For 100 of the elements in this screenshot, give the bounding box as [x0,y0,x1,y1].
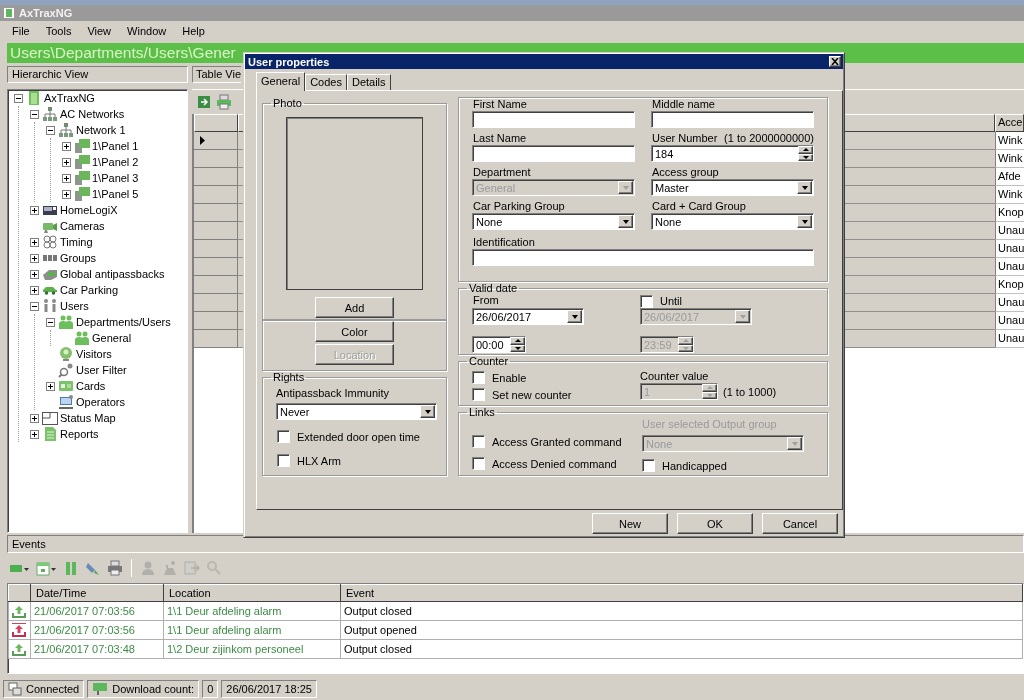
tab[interactable]: Codes [305,74,347,90]
expand-toggle[interactable] [30,253,39,263]
status-text: 26/06/2017 18:25 [226,683,312,695]
expand-toggle[interactable] [62,141,71,151]
expand-toggle[interactable] [30,285,39,295]
tree-item[interactable]: AC Networks [60,108,125,120]
tree-item[interactable]: Operators [76,396,125,408]
menu-item[interactable]: File [12,25,30,37]
expand-toggle[interactable] [46,125,55,135]
checkbox[interactable] [472,435,485,448]
tree-item[interactable]: Status Map [60,412,116,424]
tree-item[interactable]: Visitors [76,348,112,360]
button[interactable]: New [592,513,668,534]
tree-item[interactable]: Network 1 [76,124,126,136]
dropdown[interactable]: Master [651,179,814,196]
panel-title[interactable]: Table Vie [192,66,241,83]
tree-item[interactable]: Global antipassbacks [60,268,165,280]
expand-toggle[interactable] [30,109,39,119]
checkbox-label: Access Denied command [492,457,617,470]
checkbox[interactable] [277,430,290,443]
field-label: Antipassback Immunity [276,387,391,401]
panel-title: Hierarchic View [7,66,188,83]
column-header[interactable]: Event [340,584,1023,602]
door-icon [26,90,42,106]
expand-toggle[interactable] [30,269,39,279]
checkbox[interactable] [277,454,290,467]
tree-item[interactable]: Groups [60,252,97,264]
status-text: Connected [26,683,80,695]
export-icon[interactable] [196,94,212,110]
tree-item[interactable]: Departments/Users [76,316,171,328]
text-field[interactable] [472,249,814,266]
field-label: From [472,294,500,308]
spin-field[interactable]: 00:00 [472,336,526,353]
tree-item[interactable]: Timing [60,236,93,248]
menu-item[interactable]: Help [182,25,205,37]
expand-toggle[interactable] [30,301,39,311]
tree-item[interactable]: Cards [76,380,106,392]
field-label: Card + Card Group [652,200,746,213]
expand-toggle[interactable] [46,381,55,391]
tree-item[interactable]: Car Parking [60,284,119,296]
checkbox-label: Extended door open time [297,430,420,443]
button[interactable]: Add [315,297,394,318]
column-header[interactable]: Date/Time [30,584,164,602]
expand-toggle[interactable] [46,317,55,327]
button[interactable]: Color [315,321,394,342]
checkbox[interactable] [472,457,485,470]
tree-item[interactable]: AxTraxNG [44,92,95,104]
dropdown[interactable]: 26/06/2017 [472,308,584,325]
tree-item[interactable]: 1\Panel 1 [92,140,139,152]
dropdown[interactable]: None [472,213,635,230]
print-icon[interactable] [216,94,232,110]
close-button[interactable] [829,56,841,67]
tree-item[interactable]: Reports [60,428,99,440]
tree-item[interactable]: Users [60,300,89,312]
table-cell: Unau [995,240,1024,258]
expand-toggle[interactable] [30,413,39,423]
tree-item[interactable]: 1\Panel 5 [92,188,139,200]
panel-icon [74,186,90,202]
expand-toggle[interactable] [62,157,71,167]
field-label: Counter value [640,370,710,382]
checkbox[interactable] [472,388,485,401]
tree-item[interactable]: HomeLogiX [60,204,118,216]
checkbox[interactable] [642,459,655,472]
upload-icon [12,604,26,618]
text-field[interactable] [472,145,635,162]
table-cell: Wink [995,186,1024,204]
button[interactable]: Cancel [762,513,838,534]
tree-item[interactable]: 1\Panel 3 [92,172,139,184]
tree-item[interactable]: Cameras [60,220,105,232]
print-icon[interactable] [107,560,123,576]
row-header[interactable] [194,132,238,150]
column-header[interactable]: Location [163,584,341,602]
column-header[interactable]: Acce [995,114,1024,132]
pin-icon [58,346,74,362]
tree-item[interactable]: General [92,332,132,344]
expand-toggle[interactable] [62,189,71,199]
text-field[interactable] [651,111,814,128]
checkbox[interactable] [640,294,653,308]
menu-item[interactable]: View [87,25,112,37]
tree-item[interactable]: User Filter [76,364,127,376]
tree-item[interactable]: 1\Panel 2 [92,156,139,168]
expand-toggle[interactable] [30,205,39,215]
button[interactable]: OK [677,513,753,534]
expand-toggle[interactable] [62,173,71,183]
calendar-menu-icon[interactable] [36,560,57,576]
dropdown[interactable]: None [651,213,814,230]
flag-icon [92,682,109,696]
spin-field[interactable]: 184 [651,145,814,162]
menu-item[interactable]: Tools [45,25,72,37]
checkbox[interactable] [472,371,485,384]
expand-toggle[interactable] [14,93,23,103]
tab[interactable]: Details [346,74,391,90]
expand-toggle[interactable] [30,237,39,247]
tab[interactable]: General [256,72,306,91]
table-cell: Knop [995,204,1024,222]
dropdown[interactable]: Never [276,403,437,420]
circles-icon [42,234,58,250]
expand-toggle[interactable] [30,429,39,439]
menu-item[interactable]: Window [127,25,167,37]
text-field[interactable] [472,111,635,128]
